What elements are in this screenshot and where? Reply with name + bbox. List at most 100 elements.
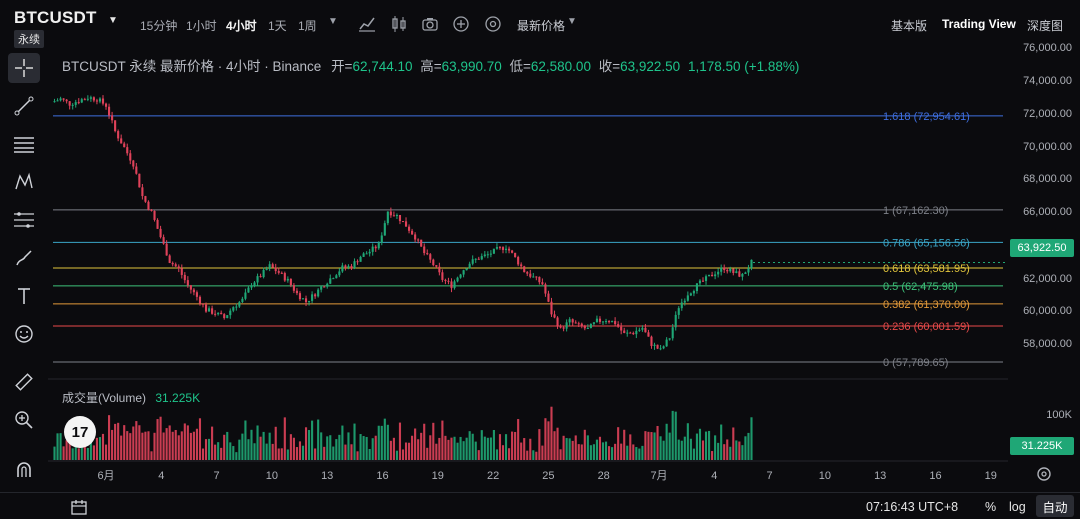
clock[interactable]: 07:16:43 UTC+8 — [866, 500, 958, 514]
tradingview-logo[interactable]: 17 — [64, 416, 96, 448]
volume-bar — [598, 436, 602, 460]
candle-body — [220, 312, 223, 315]
view-depth[interactable]: 深度图 — [1027, 17, 1063, 34]
percent-toggle[interactable]: % — [985, 500, 996, 514]
candle-body — [150, 209, 153, 211]
candle-body — [274, 267, 277, 272]
candle-body — [626, 332, 629, 334]
volume-bar — [544, 418, 547, 460]
candle-body — [68, 101, 71, 106]
volume-bar — [677, 439, 680, 460]
volume-bar — [147, 431, 150, 460]
candle-body — [395, 214, 398, 216]
volume-bar — [189, 432, 192, 460]
volume-bar — [111, 429, 114, 460]
volume-bar — [323, 446, 326, 460]
candle-body — [620, 326, 623, 331]
candle-body — [89, 97, 92, 99]
log-toggle[interactable]: log — [1009, 500, 1026, 514]
volume-bar — [501, 445, 505, 460]
price-chart[interactable]: 1.618 (72,954.61) 1 (67,162.30) 0.786 (65,… — [48, 0, 1008, 519]
volume-bar — [444, 435, 447, 460]
candle-body — [459, 274, 462, 278]
candle-body — [604, 321, 608, 323]
volume-bar — [126, 431, 129, 460]
candle-body — [114, 120, 117, 132]
pattern-tool-icon[interactable] — [8, 167, 40, 197]
volume-bar — [480, 430, 483, 460]
candle-body — [644, 327, 647, 333]
brush-icon[interactable] — [8, 243, 40, 273]
volume-bar — [441, 420, 444, 460]
candle-body — [286, 278, 289, 281]
candle-body — [471, 259, 474, 264]
crosshair-icon[interactable] — [8, 53, 40, 83]
volume-bar — [256, 425, 259, 460]
candle-body — [262, 269, 265, 278]
candle-body — [56, 100, 59, 102]
volume-bar — [483, 436, 486, 460]
volume-bar — [735, 440, 738, 460]
candle-body — [486, 254, 489, 256]
candle-body — [498, 247, 502, 249]
auto-scale-button[interactable]: 自动 — [1036, 495, 1074, 517]
candle-body — [477, 258, 480, 260]
volume-bar — [492, 429, 495, 460]
candle-body — [250, 285, 253, 288]
candle-body — [423, 246, 426, 254]
volume-bar — [608, 446, 611, 460]
volume-bar — [629, 434, 632, 460]
volume-bar — [150, 451, 153, 460]
time-tick: 16 — [929, 470, 941, 482]
candle-body — [647, 332, 650, 337]
text-tool-icon[interactable] — [8, 281, 40, 311]
candle-body — [120, 138, 123, 144]
trend-line-icon[interactable] — [8, 91, 40, 121]
candle-body — [632, 332, 635, 335]
ruler-icon[interactable] — [8, 367, 40, 397]
candle-body — [492, 248, 495, 254]
magnet-icon[interactable] — [8, 455, 40, 485]
candle-body — [77, 102, 80, 104]
candle-body — [241, 298, 244, 303]
volume-bar — [53, 446, 56, 460]
volume-bar — [559, 449, 562, 460]
candle-body — [598, 318, 602, 322]
horizontal-lines-icon[interactable] — [8, 129, 40, 159]
candle-body — [92, 97, 95, 101]
candle-body — [341, 265, 344, 272]
emoji-icon[interactable] — [8, 319, 40, 349]
volume-bar — [520, 442, 523, 460]
candle-body — [741, 273, 744, 277]
zoom-in-icon[interactable] — [8, 405, 40, 435]
price-tick: 62,000.00 — [1023, 273, 1072, 285]
volume-bar — [568, 438, 571, 460]
volume-bar — [123, 425, 126, 460]
price-axis[interactable]: 76,000.00 74,000.00 72,000.00 70,000.00 … — [1008, 42, 1080, 488]
volume-bar — [308, 430, 311, 460]
volume-bar — [141, 432, 144, 460]
candle-body — [208, 308, 211, 312]
fib-level-label: 1 (67,162.30) — [883, 205, 948, 217]
candle-body — [562, 327, 565, 329]
volume-bar — [238, 439, 241, 460]
date-range-icon[interactable] — [70, 498, 88, 516]
volume-bar — [314, 448, 317, 460]
volume-bar — [56, 433, 59, 460]
candle-body — [580, 323, 583, 327]
candle-body — [308, 300, 311, 303]
volume-bar — [553, 431, 556, 460]
candle-body — [292, 285, 295, 291]
candle-body — [417, 239, 420, 241]
fib-level-label: 1.618 (72,954.61) — [883, 111, 970, 123]
settings-gear-icon[interactable] — [1036, 466, 1052, 482]
volume-bar — [77, 448, 80, 460]
candle-body — [226, 315, 229, 319]
candle-body — [132, 160, 135, 167]
volume-bar — [504, 434, 508, 460]
volume-bar — [401, 449, 405, 460]
bottom-bar: 07:16:43 UTC+8 % log — [0, 492, 1080, 519]
candle-body — [638, 329, 641, 331]
volume-bar — [601, 442, 605, 460]
fib-tool-icon[interactable] — [8, 205, 40, 235]
